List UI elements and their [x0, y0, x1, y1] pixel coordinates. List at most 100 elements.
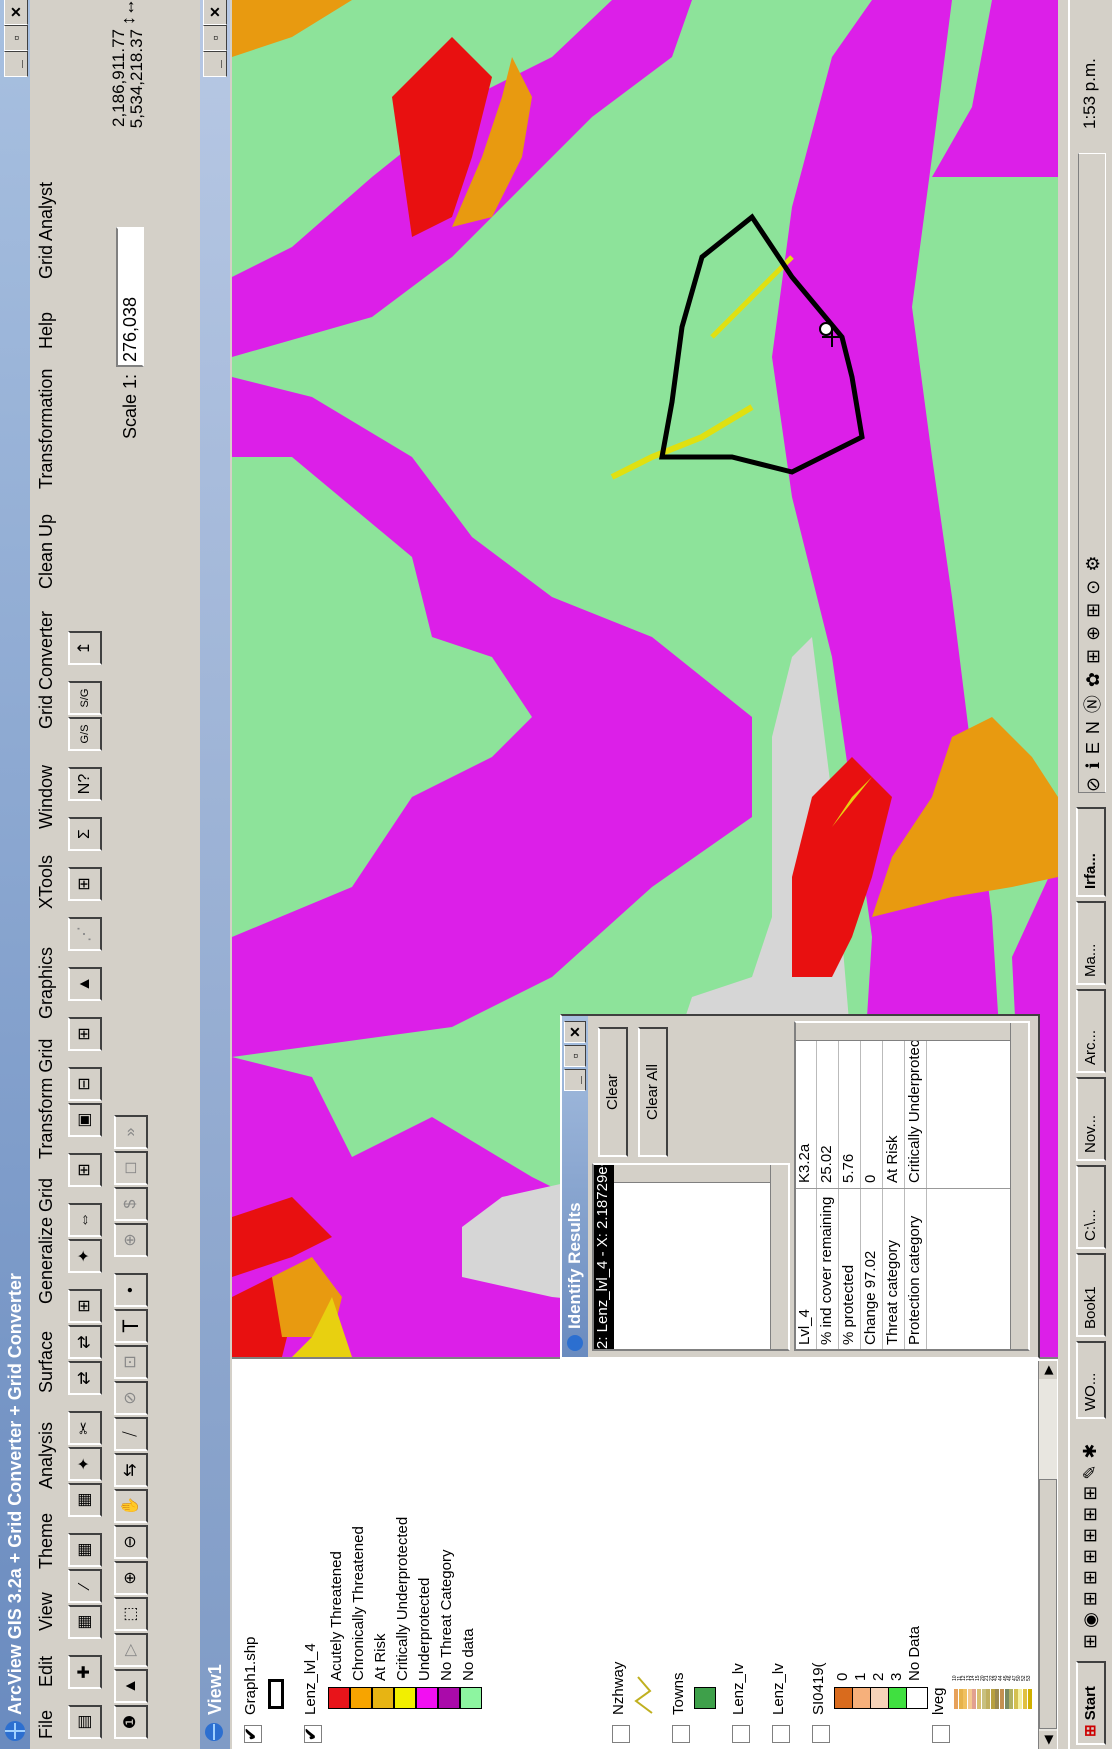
attribute-row[interactable]: Change 97.02 0 [862, 1023, 883, 1349]
label-tool-button[interactable]: ⊡ [114, 1345, 148, 1379]
lveg-class-swatch[interactable] [954, 1689, 958, 1709]
zoom-selected-button[interactable]: ⊞ [68, 1289, 102, 1323]
menu-generalize-grid[interactable]: Generalize Grid [36, 1178, 57, 1304]
toc-horizontal-scrollbar[interactable]: ◀ ▶ [1038, 1361, 1057, 1749]
zoom-in-button[interactable]: ✦ [68, 1239, 102, 1273]
lenz-class-swatch[interactable] [416, 1687, 438, 1709]
query-builder-button[interactable]: ✂ [68, 1411, 102, 1445]
view-close-button[interactable]: ✕ [203, 0, 227, 25]
nzhway-visibility-checkbox[interactable] [612, 1725, 630, 1743]
menu-file[interactable]: File [36, 1710, 57, 1739]
add-theme-button[interactable]: ✚ [68, 1655, 102, 1689]
close-button[interactable]: ✕ [4, 0, 28, 25]
view-maximize-button[interactable]: ▫ [203, 25, 227, 51]
lveg-class-swatch[interactable] [977, 1689, 981, 1709]
taskbar-item-wo[interactable]: WO... [1076, 1341, 1106, 1419]
grid-button[interactable]: ⊞ [68, 1017, 102, 1051]
list-horizontal-scrollbar[interactable] [770, 1165, 789, 1349]
taskbar-item-c-drive[interactable]: C:\... [1076, 1165, 1106, 1249]
menu-window[interactable]: Window [36, 765, 57, 829]
menu-edit[interactable]: Edit [36, 1656, 57, 1687]
lenz-lv-b-visibility-checkbox[interactable] [772, 1725, 790, 1743]
menu-surface[interactable]: Surface [36, 1331, 57, 1393]
scale-input[interactable]: 276,038 [116, 227, 144, 367]
tool-a-button[interactable]: ⊕ [114, 1223, 148, 1257]
menu-graphics[interactable]: Graphics [36, 947, 57, 1019]
lveg-class-swatch[interactable] [990, 1689, 995, 1709]
lenz-lvl4-theme-label[interactable]: Lenz_lvl_4 [302, 1643, 319, 1715]
quick-launch-icons[interactable]: ⊞◉⊞⊞⊞⊞⊞⊞✎✱ [1080, 1438, 1101, 1649]
lveg-class-swatch[interactable] [1018, 1689, 1023, 1709]
scroll-thumb[interactable] [1039, 1479, 1057, 1729]
vertex-edit-tool-button[interactable]: ▷ [114, 1633, 148, 1667]
nzhway-theme-label[interactable]: Nzhway [610, 1662, 627, 1715]
help-query-button[interactable]: N? [68, 767, 102, 801]
sum-button[interactable]: Σ [68, 817, 102, 851]
grid-vertical-scrollbar[interactable] [796, 1022, 1010, 1041]
lveg-class-swatch[interactable] [958, 1689, 963, 1709]
lenz-class-swatch[interactable] [372, 1687, 394, 1709]
si-theme-label[interactable]: SI0419( [810, 1662, 827, 1715]
edit-legend-button[interactable]: ⁄ [68, 1569, 102, 1603]
lenz-lvl4-visibility-checkbox[interactable]: ✔ [303, 1725, 322, 1743]
upload-button[interactable]: ↥ [68, 631, 102, 665]
tool-b-button[interactable]: $ [114, 1187, 148, 1221]
towns-visibility-checkbox[interactable] [672, 1725, 690, 1743]
zoom-full-button[interactable]: ⇄ [68, 1361, 102, 1395]
maximize-button[interactable]: ▫ [4, 25, 28, 51]
menu-grid-analyst[interactable]: Grid Analyst [36, 182, 57, 279]
zoom-active-button[interactable]: ⇄ [68, 1325, 102, 1359]
taskbar-item-irfanview[interactable]: Irfa... [1076, 807, 1106, 897]
scroll-right-arrow-icon[interactable]: ▶ [1039, 1361, 1057, 1379]
list-vertical-scrollbar[interactable] [614, 1164, 770, 1183]
identify-tool-button[interactable]: ❶ [114, 1705, 148, 1739]
identify-close-button[interactable]: ✕ [564, 1021, 586, 1043]
menu-help[interactable]: Help [36, 312, 57, 349]
tool-c-button[interactable]: ◻ [114, 1151, 148, 1185]
lenz-class-swatch[interactable] [438, 1687, 460, 1709]
lveg-class-swatch[interactable] [981, 1689, 986, 1709]
menu-clean-up[interactable]: Clean Up [36, 514, 57, 589]
grid-horizontal-scrollbar[interactable] [1010, 1023, 1029, 1349]
measure-tool-button[interactable]: ⇆ [114, 1453, 148, 1487]
select-feature-tool-button[interactable]: ⬚ [114, 1597, 148, 1631]
shape-to-grid-button[interactable]: S/G [68, 681, 102, 715]
taskbar-item-book1[interactable]: Book1 [1076, 1253, 1106, 1337]
area-of-interest-tool-button[interactable]: ⊘ [114, 1381, 148, 1415]
view-minimize-button[interactable]: _ [203, 51, 227, 77]
table-stats-button[interactable]: ⊞ [68, 867, 102, 901]
clear-button[interactable]: Clear [598, 1027, 628, 1157]
histogram-button[interactable]: ▲ [68, 967, 102, 1001]
start-button[interactable]: ⊞ Start [1076, 1661, 1106, 1745]
lenz-class-swatch[interactable] [394, 1687, 416, 1709]
zoom-in-tool-button[interactable]: ⊕ [114, 1561, 148, 1595]
lenz-lv-b-theme-label[interactable]: Lenz_lv [770, 1663, 787, 1715]
more-tools-button[interactable]: » [114, 1115, 148, 1149]
lveg-class-swatch[interactable] [963, 1689, 968, 1709]
identify-selected-item[interactable]: 2: Lenz_lvl_4 - X: 2.18729e+006 Y: 5.5 [594, 1163, 614, 1349]
lenz-lv-a-visibility-checkbox[interactable] [732, 1725, 750, 1743]
save-project-button[interactable]: ▤ [68, 1705, 102, 1739]
lveg-theme-label[interactable]: lveg [930, 1687, 947, 1715]
zoom-out-button[interactable]: ⇔ [68, 1203, 102, 1237]
clear-selection-button[interactable]: ⊟ [68, 1067, 102, 1101]
lveg-class-swatch[interactable] [1004, 1689, 1009, 1709]
attribute-row[interactable]: Protection category Critically Underprote… [906, 1021, 927, 1349]
system-tray-icons[interactable]: ⊘ℹENⓃ✿⊞⊕⊞⊙⚙ [1078, 153, 1106, 793]
lenz-class-swatch[interactable] [350, 1687, 372, 1709]
lveg-class-swatch[interactable] [995, 1689, 1000, 1709]
lenz-lv-a-theme-label[interactable]: Lenz_lv [730, 1663, 747, 1715]
lveg-class-swatch[interactable] [967, 1689, 972, 1709]
identify-minimize-button[interactable]: _ [564, 1069, 586, 1091]
lveg-class-swatch[interactable] [972, 1689, 977, 1709]
attribute-row[interactable]: % ind cover remaining 25.02 [818, 1023, 839, 1349]
si-visibility-checkbox[interactable] [812, 1725, 830, 1743]
hotlink-tool-button[interactable]: ⧸ [114, 1417, 148, 1451]
taskbar-item-arcview[interactable]: Arc... [1076, 989, 1106, 1073]
menu-analysis[interactable]: Analysis [36, 1422, 57, 1489]
attribute-row[interactable]: % protected 5.76 [840, 1023, 861, 1349]
locate-button[interactable]: ✦ [68, 1447, 102, 1481]
taskbar-item-ma[interactable]: Ma... [1076, 901, 1106, 985]
draw-point-tool-button[interactable]: • [114, 1273, 148, 1307]
attribute-row[interactable]: Threat category At Risk [884, 1023, 905, 1349]
